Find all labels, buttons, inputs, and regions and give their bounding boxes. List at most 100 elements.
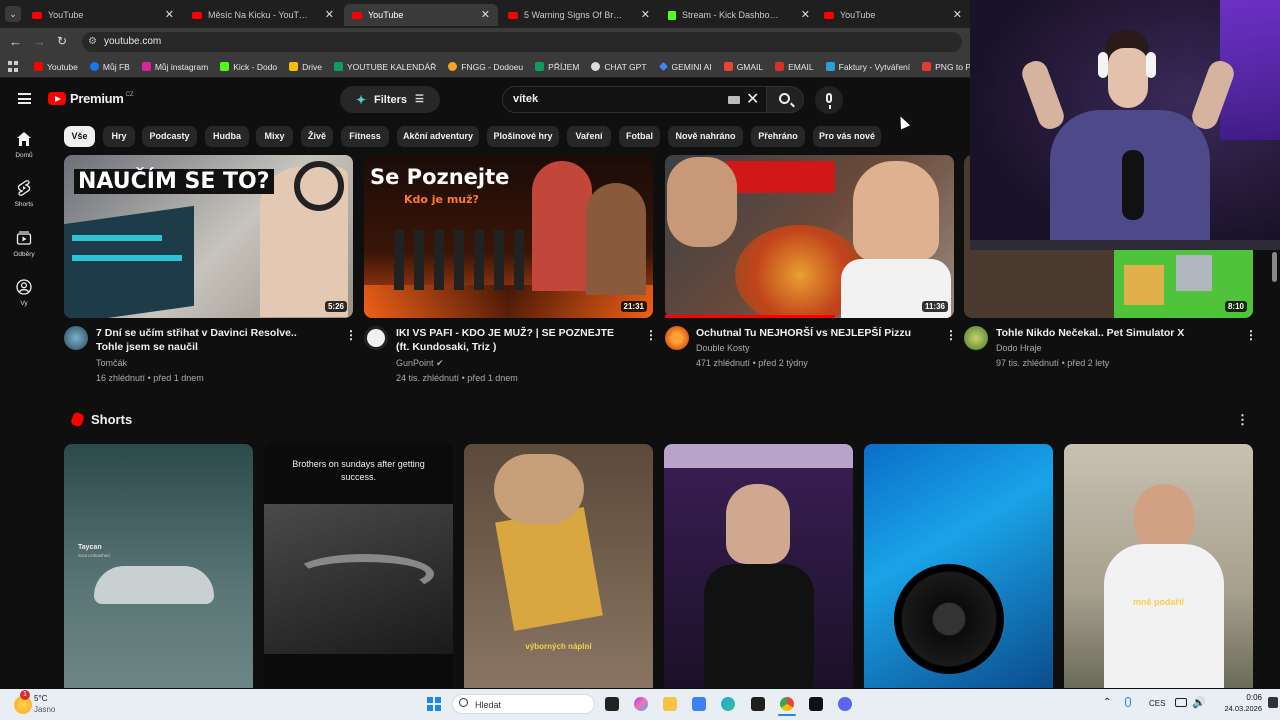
chip-cooking[interactable]: Vaření <box>567 126 611 147</box>
chip-watched[interactable]: Přehráno <box>751 126 805 147</box>
tab-close-icon[interactable]: ✕ <box>165 8 174 21</box>
address-bar[interactable]: ⚙ youtube.com <box>82 32 962 52</box>
more-options-icon[interactable]: ⋮ <box>945 328 957 342</box>
short-thumbnail[interactable]: mně podařil <box>1064 444 1253 688</box>
short-thumbnail[interactable] <box>664 444 853 688</box>
discord-icon[interactable] <box>838 697 852 711</box>
menu-icon[interactable] <box>18 93 31 104</box>
chip-games[interactable]: Hry <box>103 126 135 147</box>
clock-date[interactable]: 24.03.2026 <box>1212 704 1262 713</box>
voice-search-button[interactable] <box>815 86 843 114</box>
video-title[interactable]: Ochutnal Tu NEJHORŠÍ vs NEJLEPŠÍ Pizzu <box>696 326 926 340</box>
short-thumbnail[interactable]: výborných náplní <box>464 444 653 688</box>
forward-arrow-icon[interactable]: → <box>33 34 46 49</box>
task-view-icon[interactable] <box>605 697 619 711</box>
network-icon[interactable] <box>1175 698 1187 707</box>
chip-platformers[interactable]: Plošinové hry <box>487 126 559 147</box>
apps-grid-icon[interactable] <box>8 61 18 72</box>
bookmark-kick[interactable]: Kick - Dodo <box>220 62 277 72</box>
back-arrow-icon[interactable]: ← <box>9 34 22 49</box>
chip-podcasts[interactable]: Podcasty <box>142 126 197 147</box>
sidebar-item-you[interactable]: Vy <box>4 279 44 307</box>
windows-start-icon[interactable] <box>427 697 441 711</box>
weather-temp[interactable]: 5°C <box>34 694 47 703</box>
terminal-icon[interactable] <box>751 697 765 711</box>
bookmark-email[interactable]: EMAIL <box>775 62 814 72</box>
bookmark-chatgpt[interactable]: CHAT GPT <box>591 62 647 72</box>
chip-music[interactable]: Hudba <box>205 126 249 147</box>
channel-name[interactable]: Dodo Hraje <box>996 343 1042 353</box>
language-indicator[interactable]: CES <box>1149 699 1165 708</box>
tab-youtube-active[interactable]: YouTube ✕ <box>344 4 498 26</box>
channel-name[interactable]: GunPoint <box>396 358 434 368</box>
channel-name[interactable]: Double Kosty <box>696 343 750 353</box>
volume-icon[interactable]: 🔊 <box>1192 696 1206 709</box>
bookmark-drive[interactable]: Drive <box>289 62 322 72</box>
short-thumbnail[interactable] <box>864 444 1053 688</box>
video-title[interactable]: 7 Dní se učím střihat v Davinci Resolve.… <box>96 326 326 354</box>
bookmark-instagram[interactable]: Můj instagram <box>141 62 208 72</box>
tab-kick-dashboard[interactable]: Stream - Kick Dashboard ✕ <box>660 4 818 26</box>
chip-recently-uploaded[interactable]: Nově nahráno <box>668 126 743 147</box>
tab-brain-fog[interactable]: 5 Warning Signs Of Brain Fog, I... ✕ <box>500 4 658 26</box>
bookmark-gemini[interactable]: GEMINI AI <box>658 62 712 72</box>
bookmark-fb[interactable]: Můj FB <box>89 62 130 72</box>
youtube-premium-logo[interactable]: Premium CZ <box>48 91 134 106</box>
sidebar-item-shorts[interactable]: Shorts <box>4 180 44 208</box>
channel-avatar[interactable] <box>665 326 689 350</box>
chip-all[interactable]: Vše <box>64 126 95 147</box>
chip-football[interactable]: Fotbal <box>619 126 660 147</box>
more-options-icon[interactable]: ⋮ <box>1236 412 1249 428</box>
tab-close-icon[interactable]: ✕ <box>481 8 490 21</box>
site-info-icon[interactable]: ⚙ <box>88 32 97 52</box>
video-thumbnail[interactable]: 11:36 <box>665 155 954 318</box>
epic-games-icon[interactable] <box>809 697 823 711</box>
bookmark-youtube-kalendar[interactable]: YOUTUBE KALENDÁŘ <box>333 62 436 72</box>
chip-live[interactable]: Živě <box>301 126 333 147</box>
keyboard-icon[interactable] <box>728 96 740 104</box>
tab-close-icon[interactable]: ✕ <box>325 8 334 21</box>
store-icon[interactable] <box>692 697 706 711</box>
more-options-icon[interactable]: ⋮ <box>345 328 357 342</box>
chip-mixes[interactable]: Mixy <box>256 126 293 147</box>
channel-avatar[interactable] <box>64 326 88 350</box>
tab-close-icon[interactable]: ✕ <box>801 8 810 21</box>
page-scrollbar-thumb[interactable] <box>1272 252 1277 282</box>
clock-time[interactable]: 0:06 <box>1236 693 1262 702</box>
edge-icon[interactable] <box>721 697 735 711</box>
channel-name[interactable]: Tomčák <box>96 358 127 368</box>
filters-button[interactable]: ✦ Filters ☰ <box>340 86 440 113</box>
channel-avatar[interactable] <box>964 326 988 350</box>
more-options-icon[interactable]: ⋮ <box>645 328 657 342</box>
chip-fitness[interactable]: Fitness <box>341 126 389 147</box>
sidebar-item-subscriptions[interactable]: Odběry <box>4 230 44 258</box>
tab-mesic-na-kicku[interactable]: Měsíc Na Kicku - YouTube ✕ <box>184 4 342 26</box>
bookmark-prijem[interactable]: PŘÍJEM <box>535 62 579 72</box>
sidebar-item-home[interactable]: Domů <box>4 131 44 159</box>
tab-youtube-6[interactable]: YouTube ✕ <box>816 4 970 26</box>
taskbar-search-input[interactable]: Hledat <box>452 694 595 714</box>
video-thumbnail[interactable]: Se Poznejte Kdo je muž? 21:31 <box>364 155 653 318</box>
channel-avatar[interactable] <box>364 326 388 350</box>
chip-new-to-you[interactable]: Pro vás nové <box>813 126 881 147</box>
tab-youtube-1[interactable]: YouTube ✕ <box>24 4 182 26</box>
reload-icon[interactable]: ↻ <box>57 34 67 48</box>
video-title[interactable]: IKI VS PAFI - KDO JE MUŽ? | SE POZNEJTE … <box>396 326 626 354</box>
bookmark-fngg[interactable]: FNGG - Dodoeu <box>448 62 523 72</box>
show-hidden-icons[interactable]: ⌃ <box>1103 697 1111 708</box>
microphone-icon[interactable] <box>1125 697 1131 707</box>
notifications-icon[interactable] <box>1268 697 1278 708</box>
copilot-icon[interactable] <box>634 697 648 711</box>
file-explorer-icon[interactable] <box>663 697 677 711</box>
chrome-icon[interactable] <box>780 697 794 711</box>
search-button[interactable] <box>766 86 804 113</box>
bookmark-gmail[interactable]: GMAIL <box>723 62 763 72</box>
bookmark-youtube[interactable]: Youtube <box>34 62 78 72</box>
short-thumbnail[interactable]: Brothers on sundays after getting succes… <box>264 444 453 688</box>
bookmark-faktury[interactable]: Faktury - Vytváření <box>825 62 910 72</box>
chip-action-adventure[interactable]: Akční adventury <box>397 126 479 147</box>
more-options-icon[interactable]: ⋮ <box>1245 328 1257 342</box>
clear-search-icon[interactable]: ✕ <box>746 89 759 109</box>
video-title[interactable]: Tohle Nikdo Nečekal.. Pet Simulator X <box>996 326 1226 340</box>
tab-search-button[interactable]: ⌄ <box>5 6 21 22</box>
